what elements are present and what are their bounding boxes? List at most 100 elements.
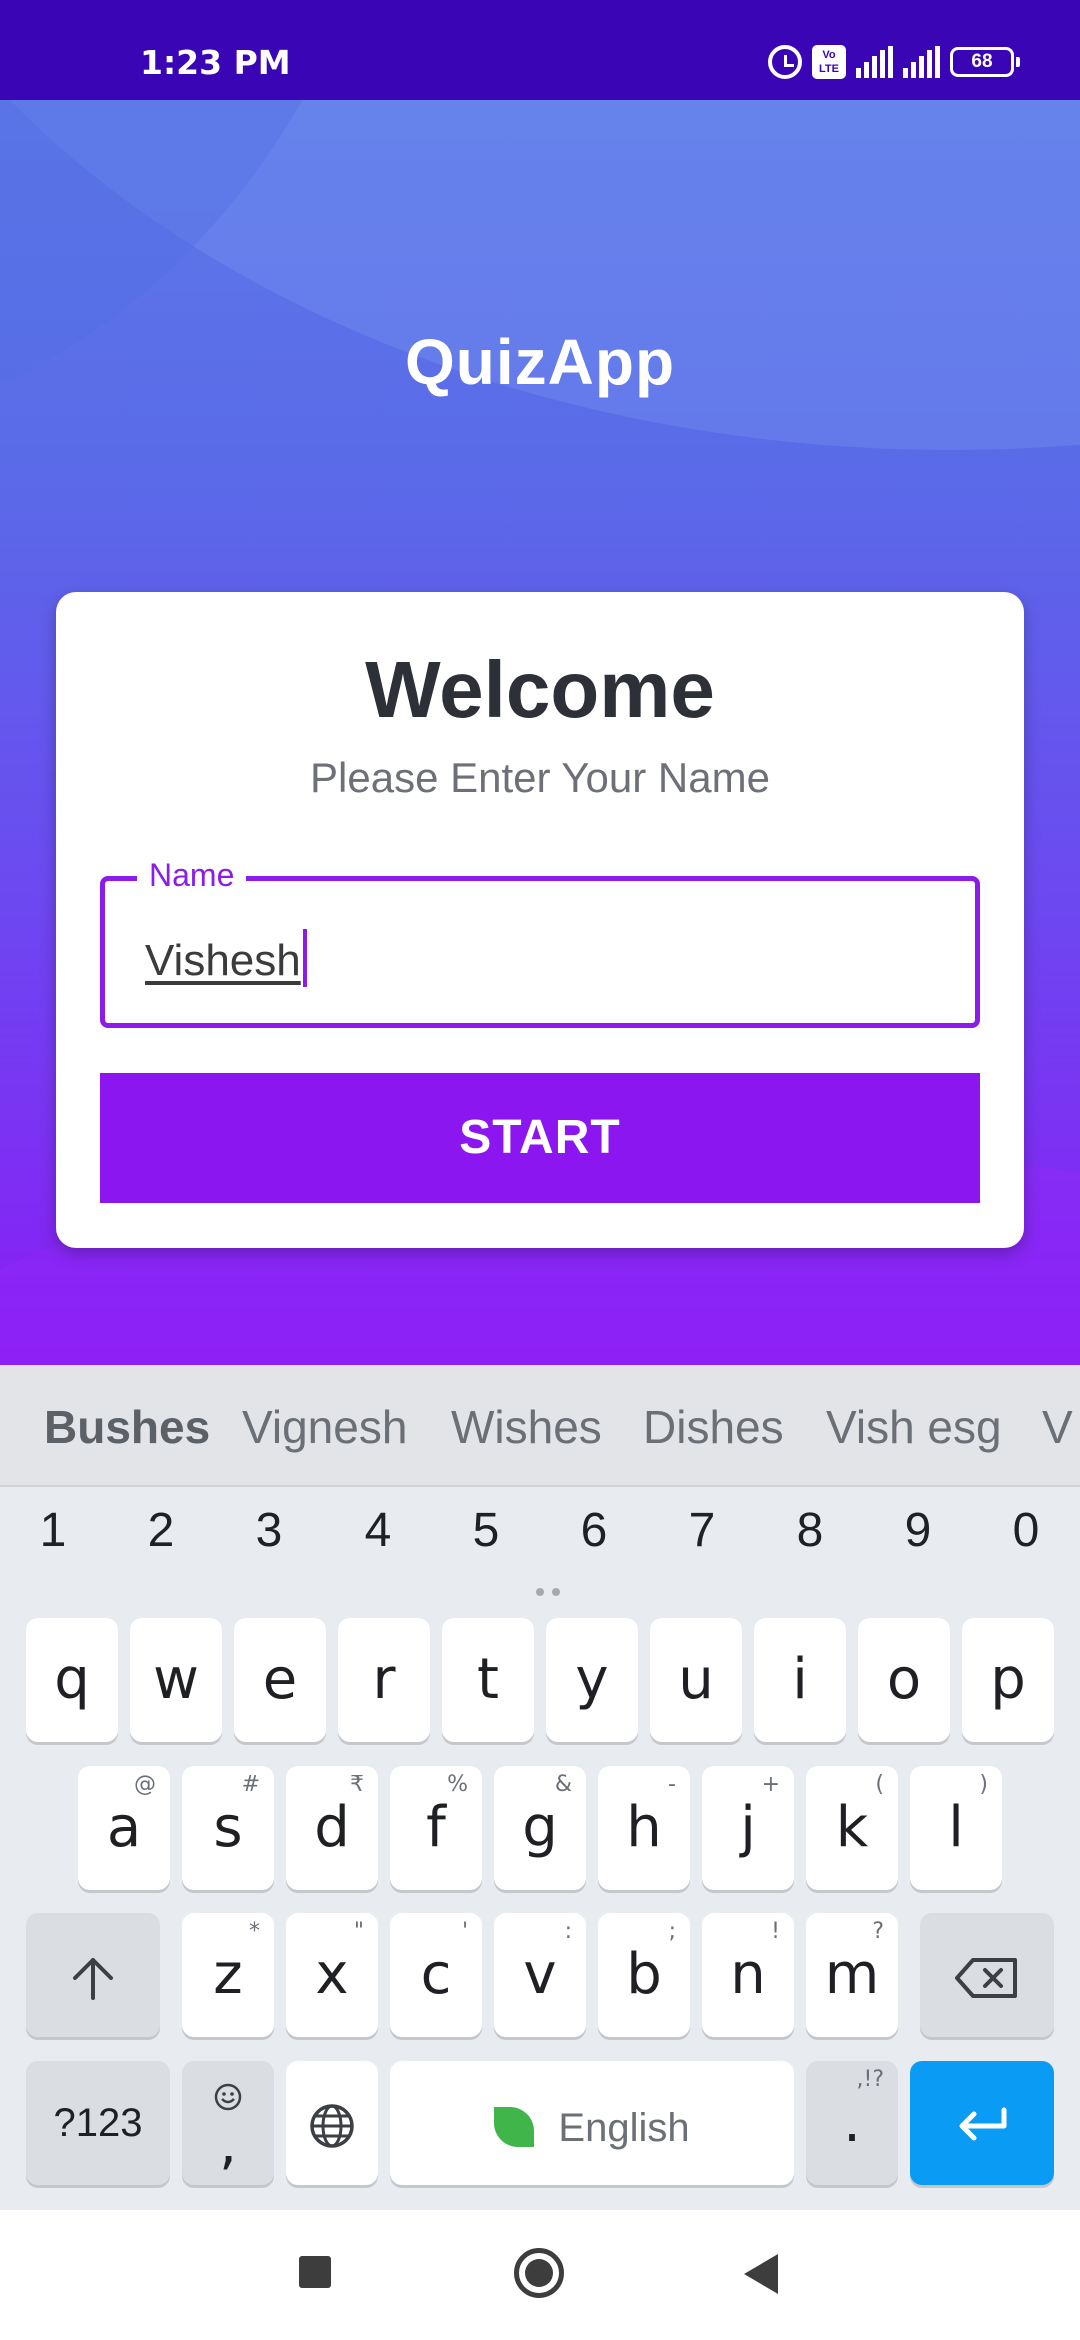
emoji-comma-key[interactable]: ,: [182, 2061, 274, 2185]
name-input[interactable]: Name Vishesh: [100, 857, 980, 1028]
period-label: .: [843, 2090, 861, 2155]
key-q[interactable]: q: [26, 1618, 118, 1742]
key-b-label: b: [626, 1942, 662, 2007]
home-icon[interactable]: [514, 2248, 564, 2298]
key-h-label: h: [626, 1795, 662, 1860]
key-b[interactable]: b;: [598, 1913, 690, 2037]
key-f[interactable]: f%: [390, 1766, 482, 1890]
backspace-key[interactable]: [920, 1913, 1054, 2037]
key-i[interactable]: i: [754, 1618, 846, 1742]
key-l-label: l: [948, 1795, 964, 1860]
key-j-label: j: [740, 1795, 756, 1860]
suggestion-item[interactable]: Dishes: [643, 1365, 784, 1485]
key-j[interactable]: j +: [702, 1766, 794, 1890]
number-key[interactable]: 0: [986, 1503, 1066, 1558]
key-k-label: k: [835, 1795, 869, 1860]
text-cursor: [302, 929, 307, 987]
key-m[interactable]: m?: [806, 1913, 898, 2037]
space-key[interactable]: English: [390, 2061, 794, 2185]
key-u[interactable]: u: [650, 1618, 742, 1742]
key-g-hint: &: [554, 1772, 572, 1797]
battery-icon: 68: [950, 47, 1020, 77]
status-bar: 1:23 PM Vo LTE 68: [0, 0, 1080, 100]
number-key[interactable]: 5: [446, 1503, 526, 1558]
start-button[interactable]: START: [100, 1073, 980, 1203]
key-z[interactable]: z *: [182, 1913, 274, 2037]
suggestion-item[interactable]: Bushes: [44, 1365, 210, 1485]
key-h-hint: -: [668, 1772, 676, 1797]
key-c-hint: ': [461, 1919, 468, 1944]
key-n[interactable]: n!: [702, 1913, 794, 2037]
suggestion-item[interactable]: V: [1042, 1365, 1073, 1485]
space-key-label: English: [558, 2106, 690, 2150]
name-input-text: Vishesh: [145, 936, 301, 985]
key-p[interactable]: p: [962, 1618, 1054, 1742]
app-background: QuizApp Welcome Please Enter Your Name N…: [0, 100, 1080, 1365]
key-d[interactable]: d ₹: [286, 1766, 378, 1890]
signal-icon: [856, 46, 893, 78]
key-y[interactable]: y: [546, 1618, 638, 1742]
key-n-label: n: [730, 1942, 766, 2007]
comma-label: ,: [219, 2112, 237, 2177]
number-key[interactable]: 8: [770, 1503, 850, 1558]
key-s-label: s: [213, 1795, 243, 1860]
number-key[interactable]: 9: [878, 1503, 958, 1558]
key-c-label: c: [420, 1942, 452, 2007]
key-l[interactable]: l): [910, 1766, 1002, 1890]
welcome-heading: Welcome: [365, 645, 715, 734]
key-w[interactable]: w: [130, 1618, 222, 1742]
suggestion-item[interactable]: Vish esg: [826, 1365, 1002, 1485]
key-e[interactable]: e: [234, 1618, 326, 1742]
key-z-label: z: [213, 1942, 243, 2007]
key-f-label: f: [426, 1795, 446, 1860]
suggestion-item[interactable]: Wishes: [451, 1365, 602, 1485]
name-input-label: Name: [137, 857, 247, 894]
globe-icon: [310, 2104, 354, 2148]
key-a-label: a: [106, 1795, 142, 1860]
key-v[interactable]: v:: [494, 1913, 586, 2037]
key-m-label: m: [824, 1942, 880, 2007]
period-key[interactable]: .,!?: [806, 2061, 898, 2185]
welcome-card: Welcome Please Enter Your Name Name Vish…: [56, 592, 1024, 1248]
back-icon[interactable]: [744, 2254, 778, 2294]
key-s[interactable]: s #: [182, 1766, 274, 1890]
enter-icon: [959, 2107, 1007, 2141]
suggestion-item[interactable]: Vignesh: [242, 1365, 407, 1485]
key-c[interactable]: c ': [390, 1913, 482, 2037]
key-h[interactable]: h-: [598, 1766, 690, 1890]
key-v-hint: :: [564, 1919, 572, 1944]
key-x-label: x: [315, 1942, 349, 2007]
recents-icon[interactable]: [299, 2256, 331, 2288]
key-r[interactable]: r: [338, 1618, 430, 1742]
number-key[interactable]: 1: [13, 1503, 93, 1558]
number-key[interactable]: 2: [121, 1503, 201, 1558]
backspace-icon: [955, 1957, 1017, 1998]
enter-key[interactable]: [910, 2061, 1054, 2185]
key-x[interactable]: x ": [286, 1913, 378, 2037]
number-key[interactable]: 6: [554, 1503, 634, 1558]
key-m-hint: ?: [872, 1919, 884, 1944]
key-d-label: d: [314, 1795, 350, 1860]
language-key[interactable]: [286, 2061, 378, 2185]
period-hint: ,!?: [856, 2067, 885, 2092]
number-key[interactable]: 4: [338, 1503, 418, 1558]
number-key[interactable]: 3: [229, 1503, 309, 1558]
app-title: QuizApp: [404, 326, 676, 398]
alarm-icon: [768, 45, 802, 79]
key-d-hint: ₹: [350, 1772, 364, 1797]
shift-key[interactable]: [26, 1913, 160, 2037]
key-k[interactable]: k(: [806, 1766, 898, 1890]
name-input-value[interactable]: Vishesh: [145, 929, 307, 987]
symbols-key[interactable]: ?123: [26, 2061, 170, 2185]
page-dots: [532, 1583, 564, 1601]
key-o[interactable]: o: [858, 1618, 950, 1742]
key-t[interactable]: t: [442, 1618, 534, 1742]
signal-icon: [903, 46, 940, 78]
key-k-hint: (: [875, 1772, 884, 1797]
key-x-hint: ": [353, 1919, 364, 1944]
key-z-hint: *: [249, 1919, 260, 1944]
number-key[interactable]: 7: [662, 1503, 742, 1558]
key-a[interactable]: a @: [78, 1766, 170, 1890]
key-j-hint: +: [761, 1772, 780, 1797]
key-g[interactable]: g &: [494, 1766, 586, 1890]
